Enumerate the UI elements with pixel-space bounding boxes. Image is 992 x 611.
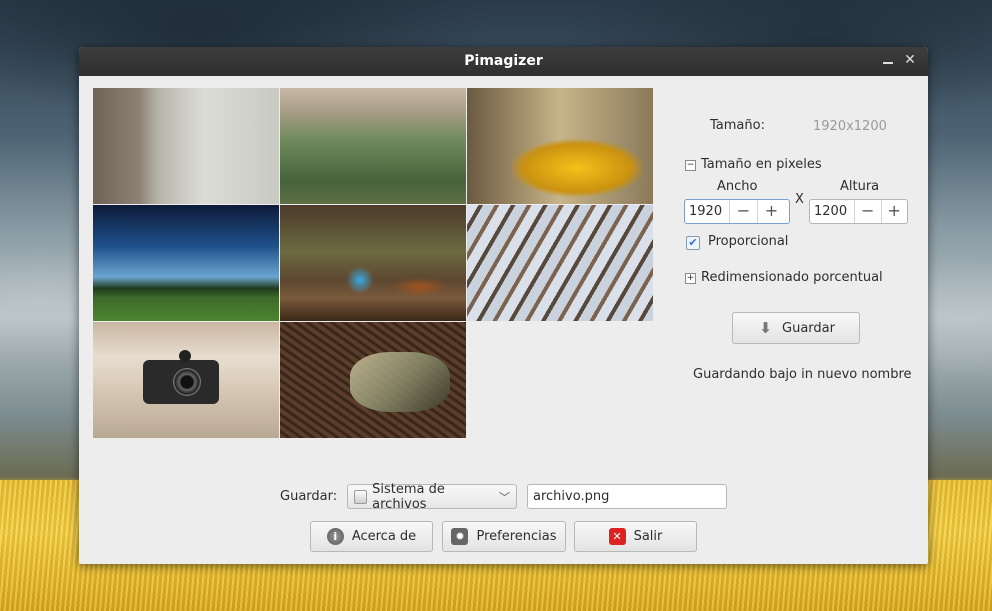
camera-shape: [143, 350, 219, 404]
save-status: Guardando bajo in nuevo nombre: [693, 367, 912, 382]
titlebar[interactable]: Pimagizer ✕: [79, 47, 928, 76]
collapse-icon[interactable]: −: [685, 160, 696, 171]
chevron-down-icon: ﹀: [499, 490, 510, 504]
preview-tile-bark: [93, 88, 279, 204]
quit-button-label: Salir: [633, 529, 663, 544]
minimize-icon[interactable]: [879, 51, 897, 69]
pimagizer-window: Pimagizer ✕ Tamaño: 1920x1200 − Tamaño e…: [79, 47, 928, 564]
height-spinbox: − +: [809, 199, 908, 224]
gear-icon: ✹: [451, 528, 469, 545]
puddle-shape: [350, 352, 450, 412]
height-increment-button[interactable]: +: [880, 200, 908, 223]
expand-icon[interactable]: +: [685, 273, 696, 284]
preferences-button[interactable]: ✹ Preferencias: [442, 521, 566, 552]
filename-input[interactable]: [527, 484, 727, 509]
quit-button[interactable]: ✕ Salir: [574, 521, 697, 552]
preview-tile-origami: [280, 205, 466, 321]
destination-dropdown[interactable]: Sistema de archivos ﹀: [347, 481, 517, 512]
height-label: Altura: [840, 179, 880, 194]
preview-tile-wheat: [280, 88, 466, 204]
size-label: Tamaño:: [710, 118, 765, 133]
window-title: Pimagizer: [464, 53, 543, 69]
preview-tile-rope: [467, 88, 653, 204]
width-spinbox: − +: [684, 199, 790, 224]
about-button[interactable]: i Acerca de: [310, 521, 433, 552]
save-button[interactable]: ⬇ Guardar: [732, 312, 860, 344]
save-destination-label: Guardar:: [280, 489, 338, 504]
image-preview: [93, 88, 653, 438]
preview-tile-snowy-roofs: [467, 205, 653, 321]
about-button-label: Acerca de: [351, 529, 417, 544]
width-decrement-button[interactable]: −: [729, 200, 757, 223]
preview-tile-field-tree: [93, 205, 279, 321]
pixel-size-expander-label[interactable]: Tamaño en pixeles: [701, 157, 822, 172]
dimension-separator: X: [795, 192, 804, 207]
preview-tile-camera: [93, 322, 279, 438]
download-icon: ⬇: [759, 318, 772, 337]
width-input[interactable]: [685, 200, 729, 223]
width-increment-button[interactable]: +: [757, 200, 785, 223]
size-value: 1920x1200: [813, 119, 887, 134]
info-icon: i: [326, 528, 344, 545]
quit-icon: ✕: [608, 528, 626, 545]
save-button-label: Guardar: [782, 320, 835, 336]
destination-value: Sistema de archivos: [372, 481, 445, 512]
close-icon[interactable]: ✕: [901, 51, 919, 69]
preferences-button-label: Preferencias: [476, 529, 557, 544]
width-label: Ancho: [717, 179, 758, 194]
height-input[interactable]: [810, 200, 854, 223]
height-decrement-button[interactable]: −: [854, 200, 881, 223]
proportional-label[interactable]: Proporcional: [708, 234, 788, 249]
drive-icon: [354, 489, 368, 504]
proportional-checkbox[interactable]: ✔: [686, 236, 700, 250]
percent-resize-expander-label[interactable]: Redimensionado porcentual: [701, 270, 883, 285]
preview-tile-puddle: [280, 322, 466, 438]
